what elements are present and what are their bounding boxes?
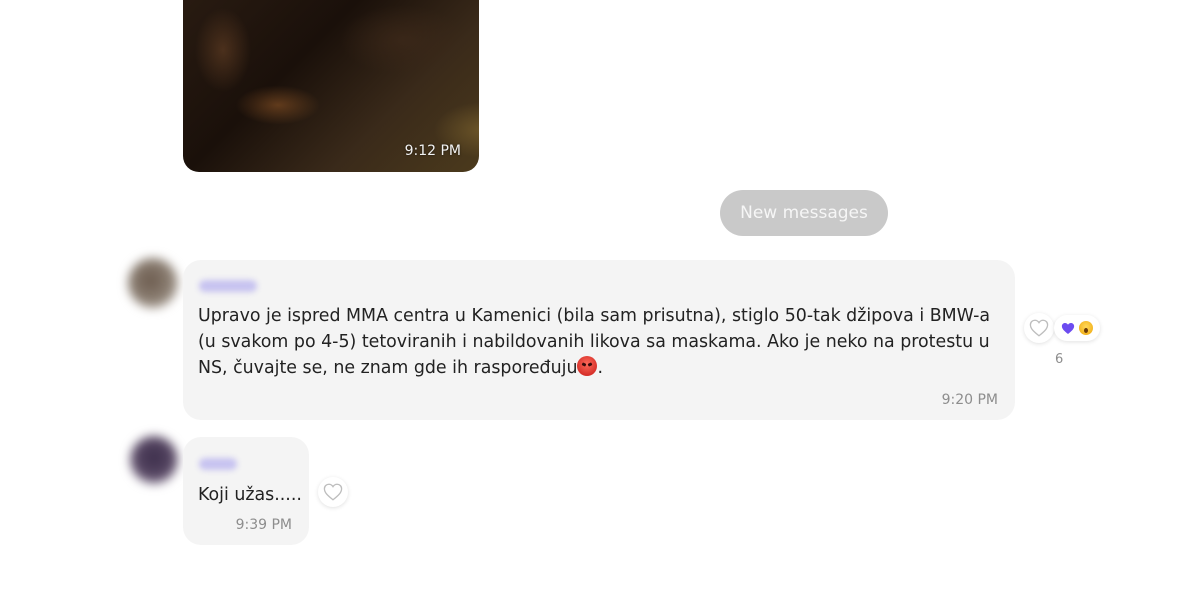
message-timestamp: 9:39 PM bbox=[235, 517, 292, 533]
heart-outline-icon bbox=[323, 483, 343, 501]
react-heart-button[interactable] bbox=[1024, 313, 1054, 343]
new-messages-button[interactable]: New messages bbox=[720, 190, 888, 236]
reaction-count: 6 bbox=[1055, 352, 1064, 367]
message-text-end: . bbox=[597, 358, 604, 378]
reaction-summary[interactable] bbox=[1054, 315, 1100, 341]
message-bubble[interactable]: Upravo je ispred MMA centra u Kamenici (… bbox=[183, 260, 1015, 420]
message-bubble[interactable]: Koji užas..... 9:39 PM bbox=[183, 437, 309, 545]
face-screaming-icon bbox=[1079, 321, 1093, 335]
sender-name[interactable] bbox=[199, 458, 237, 470]
message-timestamp: 9:20 PM bbox=[941, 392, 998, 408]
purple-heart-icon bbox=[1061, 322, 1075, 334]
message-text: Koji užas..... bbox=[198, 485, 302, 505]
react-heart-button[interactable] bbox=[318, 477, 348, 507]
avatar[interactable] bbox=[128, 258, 178, 308]
sender-name[interactable] bbox=[199, 280, 257, 292]
heart-outline-icon bbox=[1029, 319, 1049, 337]
avatar[interactable] bbox=[130, 436, 178, 484]
photo-timestamp: 9:12 PM bbox=[404, 143, 461, 159]
angry-face-emoji-icon bbox=[577, 356, 598, 376]
photo-message[interactable]: 9:12 PM bbox=[183, 0, 479, 172]
message-text: Upravo je ispred MMA centra u Kamenici (… bbox=[198, 303, 998, 381]
